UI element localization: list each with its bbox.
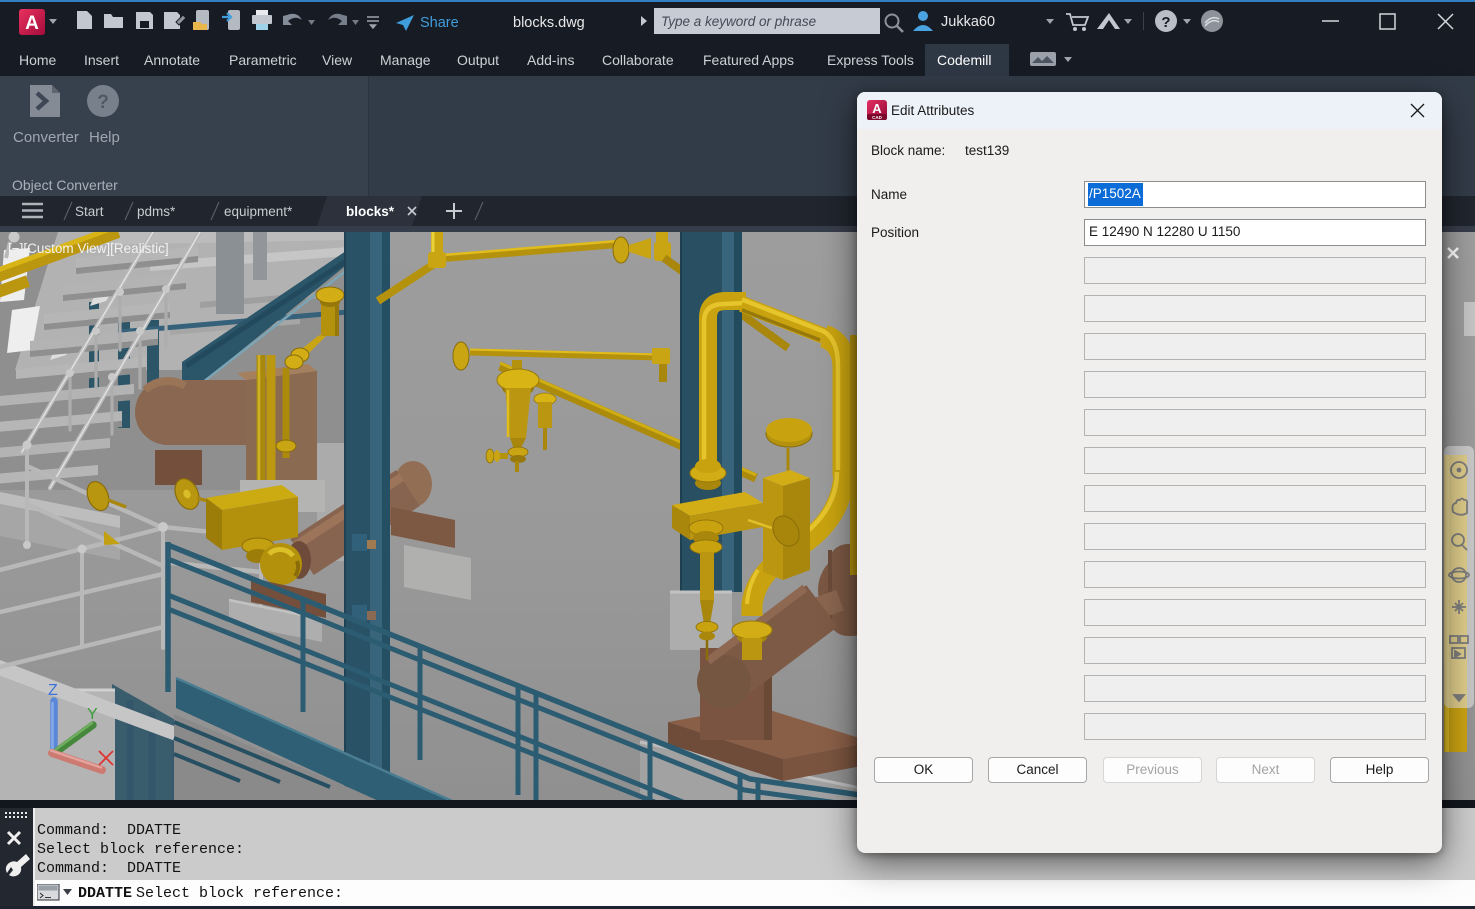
svg-text:?: ? bbox=[97, 92, 109, 113]
svg-text:blocks*: blocks* bbox=[346, 204, 395, 219]
svg-text:Y: Y bbox=[87, 706, 98, 723]
svg-text:Share: Share bbox=[420, 15, 459, 31]
svg-text:CAD: CAD bbox=[872, 115, 882, 120]
svg-text:[−][Custom View][Realistic]: [−][Custom View][Realistic] bbox=[8, 241, 169, 256]
svg-text:A: A bbox=[25, 13, 39, 34]
svg-text:?: ? bbox=[1161, 14, 1170, 31]
svg-text:Start: Start bbox=[75, 204, 104, 219]
svg-text:A: A bbox=[872, 101, 882, 116]
svg-text:equipment*: equipment* bbox=[224, 204, 293, 219]
svg-text:Converter: Converter bbox=[13, 129, 79, 146]
svg-text:pdms*: pdms* bbox=[137, 204, 176, 219]
svg-text:Z: Z bbox=[48, 682, 58, 699]
svg-text:blocks.dwg: blocks.dwg bbox=[513, 15, 585, 31]
svg-text:Jukka60: Jukka60 bbox=[941, 14, 995, 30]
svg-text:Help: Help bbox=[89, 129, 120, 146]
svg-text:Type a keyword or phrase: Type a keyword or phrase bbox=[661, 14, 816, 29]
